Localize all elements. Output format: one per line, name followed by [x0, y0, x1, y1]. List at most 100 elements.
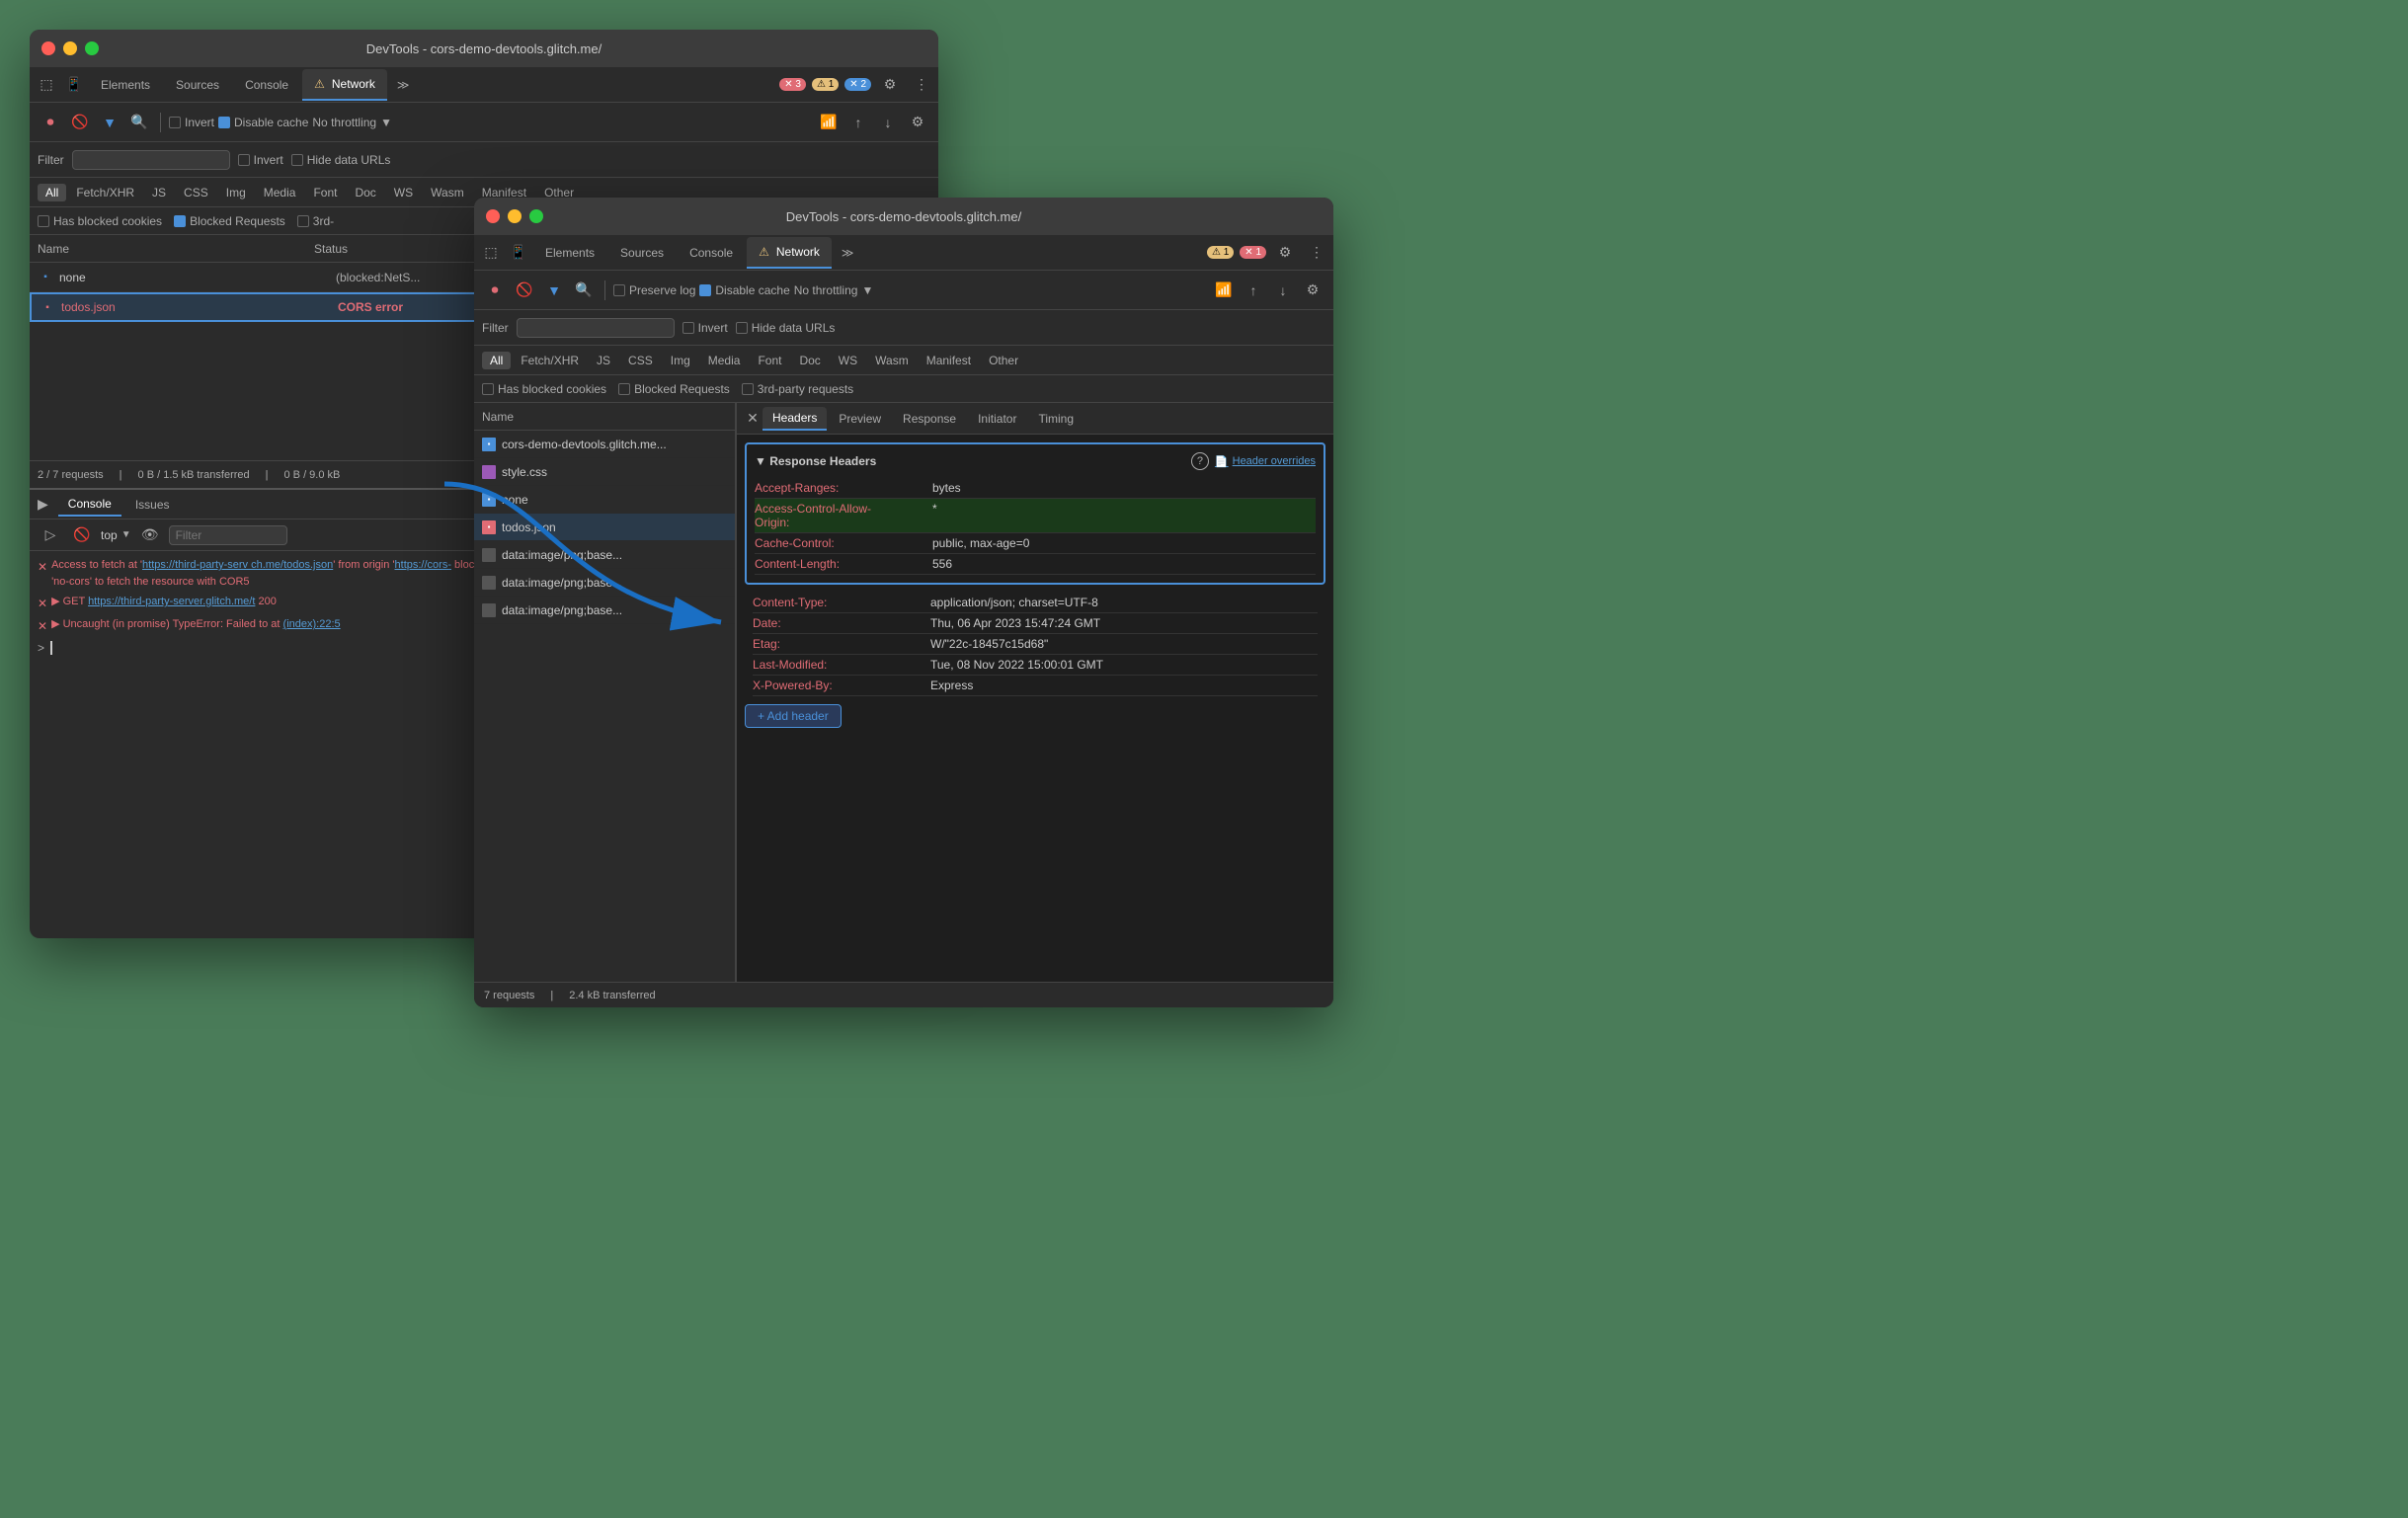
invert-front[interactable]: Invert	[682, 321, 728, 335]
filter-icon-front[interactable]: ▼	[541, 278, 567, 303]
close-button-back[interactable]	[41, 41, 55, 55]
type-manifest-front[interactable]: Manifest	[919, 352, 979, 369]
settings-icon-front[interactable]: ⚙	[1272, 240, 1298, 266]
blocked-requests-front[interactable]: Blocked Requests	[618, 382, 730, 396]
top-selector-back[interactable]: top ▼	[101, 528, 131, 542]
type-xhr-front[interactable]: Fetch/XHR	[513, 352, 587, 369]
tab-more-back[interactable]: ≫	[389, 74, 418, 96]
minimize-button-back[interactable]	[63, 41, 77, 55]
wifi-icon-front[interactable]: 📶	[1211, 278, 1237, 303]
console-filter-back[interactable]	[169, 525, 287, 545]
console-panel-toggle[interactable]: ▶	[38, 496, 48, 513]
console-clear-back[interactable]: 🚫	[69, 522, 95, 548]
tab-more-front[interactable]: ≫	[834, 242, 862, 264]
inspect-icon-back[interactable]: ⬚	[34, 72, 59, 98]
type-wasm-front[interactable]: Wasm	[867, 352, 917, 369]
device-icon-front[interactable]: 📱	[506, 240, 531, 266]
type-css-back[interactable]: CSS	[176, 184, 216, 201]
tab-console-front[interactable]: Console	[678, 237, 745, 269]
maximize-button-front[interactable]	[529, 209, 543, 223]
search-icon-front[interactable]: 🔍	[571, 278, 597, 303]
preserve-log-front[interactable]: Preserve log	[613, 283, 695, 297]
tab-console-back[interactable]: Console	[233, 69, 300, 101]
blocked-cookies-back[interactable]: Has blocked cookies	[38, 214, 162, 228]
type-xhr-back[interactable]: Fetch/XHR	[68, 184, 142, 201]
invert-checkbox-back[interactable]: Invert	[238, 153, 283, 167]
type-other-front[interactable]: Other	[981, 352, 1026, 369]
device-icon-back[interactable]: 📱	[61, 72, 87, 98]
list-item-todos[interactable]: ▪ todos.json	[474, 514, 735, 541]
hide-data-checkbox-back[interactable]: Hide data URLs	[291, 153, 391, 167]
list-item-data2[interactable]: data:image/png;base...	[474, 569, 735, 597]
type-doc-front[interactable]: Doc	[791, 352, 828, 369]
disable-cache-front[interactable]: Disable cache	[699, 283, 789, 297]
download-icon-front[interactable]: ↓	[1270, 278, 1296, 303]
type-wasm-back[interactable]: Wasm	[423, 184, 472, 201]
type-doc-back[interactable]: Doc	[347, 184, 383, 201]
type-img-front[interactable]: Img	[663, 352, 698, 369]
eye-icon-back[interactable]: 👁	[137, 522, 163, 548]
type-all-front[interactable]: All	[482, 352, 511, 369]
wifi-icon-back[interactable]: 📶	[816, 110, 842, 135]
help-icon[interactable]: ?	[1191, 452, 1209, 470]
search-icon-back[interactable]: 🔍	[126, 110, 152, 135]
type-media-back[interactable]: Media	[256, 184, 304, 201]
download-icon-back[interactable]: ↓	[875, 110, 901, 135]
panel-tab-preview[interactable]: Preview	[829, 408, 891, 430]
filter-icon-back[interactable]: ▼	[97, 110, 122, 135]
disable-cache-back[interactable]: Disable cache	[218, 116, 308, 129]
type-img-back[interactable]: Img	[218, 184, 254, 201]
clear-front[interactable]: 🚫	[512, 278, 537, 303]
close-button-front[interactable]	[486, 209, 500, 223]
settings-icon-back[interactable]: ⚙	[877, 72, 903, 98]
type-media-front[interactable]: Media	[700, 352, 749, 369]
list-item-style[interactable]: style.css	[474, 458, 735, 486]
type-font-front[interactable]: Font	[750, 352, 789, 369]
settings2-icon-front[interactable]: ⚙	[1300, 278, 1325, 303]
tab-network-front[interactable]: ⚠ Network	[747, 237, 832, 269]
filter-input-front[interactable]	[517, 318, 675, 338]
preserve-log-back[interactable]: Invert	[169, 116, 214, 129]
close-panel-btn[interactable]: ✕	[745, 411, 761, 427]
console-tab-back[interactable]: Console	[58, 493, 121, 517]
maximize-button-back[interactable]	[85, 41, 99, 55]
third-party-back[interactable]: 3rd-	[297, 214, 334, 228]
filter-input-back[interactable]	[72, 150, 230, 170]
panel-tab-initiator[interactable]: Initiator	[968, 408, 1026, 430]
type-css-front[interactable]: CSS	[620, 352, 661, 369]
upload-icon-front[interactable]: ↑	[1241, 278, 1266, 303]
upload-icon-back[interactable]: ↑	[845, 110, 871, 135]
tab-elements-back[interactable]: Elements	[89, 69, 162, 101]
blocked-cookies-front[interactable]: Has blocked cookies	[482, 382, 606, 396]
list-item-none[interactable]: ▪ none	[474, 486, 735, 514]
type-ws-back[interactable]: WS	[386, 184, 421, 201]
type-ws-front[interactable]: WS	[831, 352, 865, 369]
console-toggle-back[interactable]: ▷	[38, 522, 63, 548]
more-icon-back[interactable]: ⋮	[909, 72, 934, 98]
stop-recording-front[interactable]: ⏺	[482, 278, 508, 303]
hide-data-front[interactable]: Hide data URLs	[736, 321, 836, 335]
type-all-back[interactable]: All	[38, 184, 66, 201]
issues-tab-back[interactable]: Issues	[125, 494, 180, 516]
clear-back[interactable]: 🚫	[67, 110, 93, 135]
panel-tab-timing[interactable]: Timing	[1028, 408, 1084, 430]
panel-tab-response[interactable]: Response	[893, 408, 966, 430]
inspect-icon-front[interactable]: ⬚	[478, 240, 504, 266]
minimize-button-front[interactable]	[508, 209, 522, 223]
tab-elements-front[interactable]: Elements	[533, 237, 606, 269]
tab-sources-back[interactable]: Sources	[164, 69, 231, 101]
more-icon-front[interactable]: ⋮	[1304, 240, 1329, 266]
tab-network-back[interactable]: ⚠ Network	[302, 69, 387, 101]
panel-tab-headers[interactable]: Headers	[763, 407, 827, 431]
list-item-cors-demo[interactable]: ▪ cors-demo-devtools.glitch.me...	[474, 431, 735, 458]
list-item-data3[interactable]: data:image/png;base...	[474, 597, 735, 624]
blocked-requests-back[interactable]: Blocked Requests	[174, 214, 285, 228]
settings2-icon-back[interactable]: ⚙	[905, 110, 930, 135]
tab-sources-front[interactable]: Sources	[608, 237, 676, 269]
stop-recording-back[interactable]: ⏺	[38, 110, 63, 135]
header-override-link[interactable]: 📄 Header overrides	[1215, 455, 1316, 468]
type-js-front[interactable]: JS	[589, 352, 618, 369]
list-item-data1[interactable]: data:image/png;base...	[474, 541, 735, 569]
third-party-front[interactable]: 3rd-party requests	[742, 382, 853, 396]
type-font-back[interactable]: Font	[305, 184, 345, 201]
